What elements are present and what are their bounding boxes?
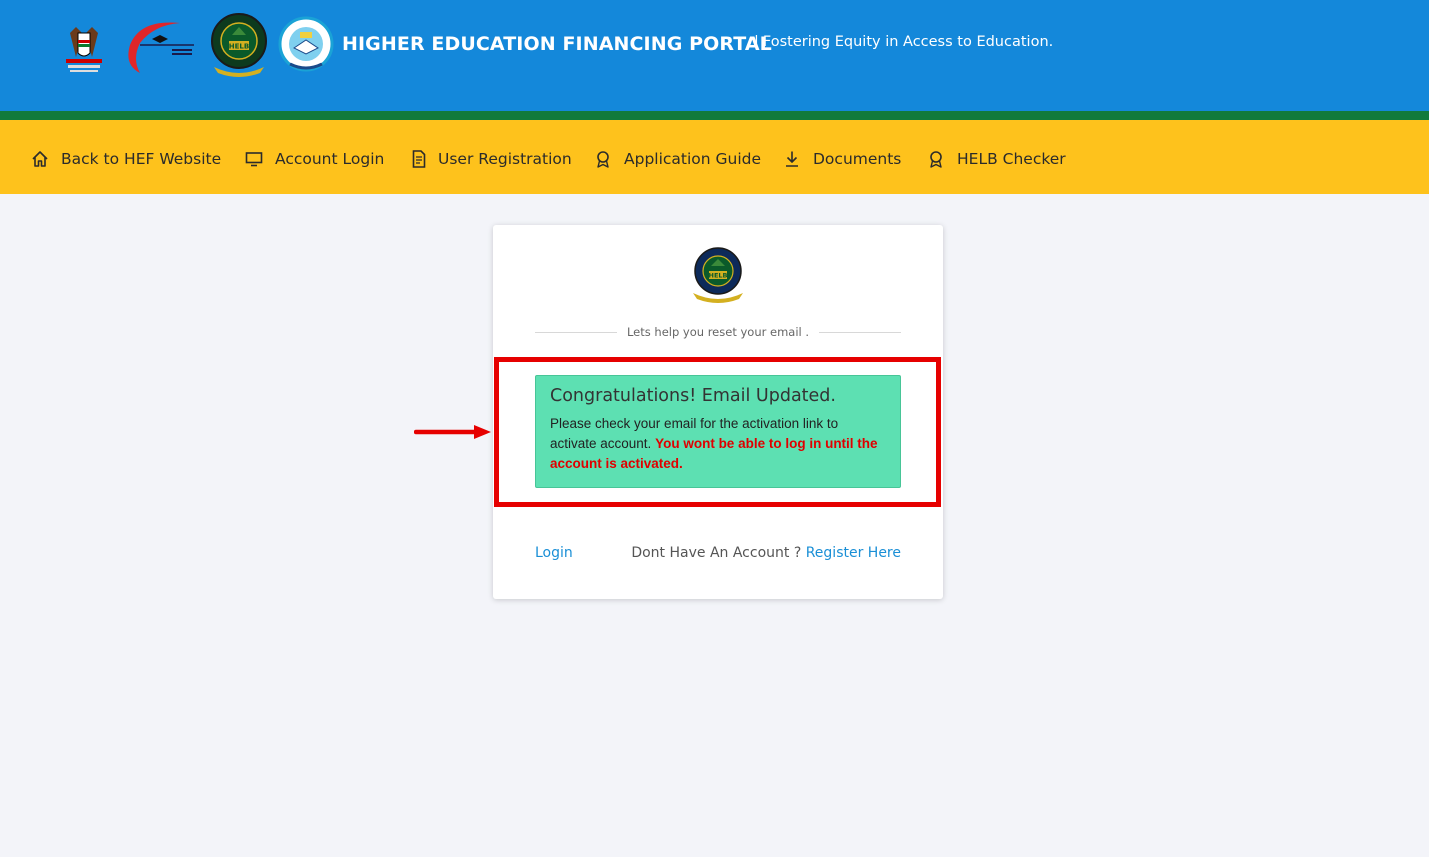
nav-account-login[interactable]: Account Login bbox=[245, 148, 384, 170]
nav-application-guide[interactable]: Application Guide bbox=[594, 148, 761, 170]
kenya-coat-of-arms-logo bbox=[56, 13, 112, 77]
pointer-arrow-annotation bbox=[413, 424, 494, 440]
nav-user-registration[interactable]: User Registration bbox=[412, 148, 572, 170]
home-icon bbox=[31, 150, 49, 168]
nav-item-label: HELB Checker bbox=[957, 150, 1066, 168]
helb-logo: HELB bbox=[689, 247, 747, 303]
nav-item-label: Application Guide bbox=[624, 150, 762, 168]
portal-tagline: | Fostering Equity in Access to Education… bbox=[754, 34, 1053, 50]
register-link[interactable]: Register Here bbox=[806, 545, 901, 561]
award-icon bbox=[594, 150, 612, 168]
ministry-of-education-logo bbox=[120, 15, 200, 75]
nav-item-label: User Registration bbox=[438, 150, 572, 168]
divider-line-right bbox=[819, 332, 901, 333]
portal-title: HIGHER EDUCATION FINANCING PORTAL bbox=[342, 33, 772, 55]
nav-helb-checker[interactable]: HELB Checker bbox=[927, 148, 1066, 170]
helb-logo: HELB bbox=[208, 13, 270, 77]
success-alert: Congratulations! Email Updated. Please c… bbox=[535, 375, 901, 488]
alert-title: Congratulations! Email Updated. bbox=[550, 386, 836, 406]
register-prompt-text: Dont Have An Account ? bbox=[631, 545, 802, 561]
svg-text:HELB: HELB bbox=[229, 43, 249, 51]
tagline-text: Fostering Equity in Access to Education. bbox=[762, 34, 1054, 50]
nav-item-label: Account Login bbox=[275, 150, 385, 168]
svg-text:HELB: HELB bbox=[709, 272, 728, 280]
tagline-separator: | bbox=[754, 34, 759, 50]
universities-fund-logo bbox=[278, 14, 334, 76]
header-logos: HELB bbox=[56, 12, 334, 78]
nav-documents[interactable]: Documents bbox=[783, 148, 901, 170]
monitor-icon bbox=[245, 150, 263, 168]
nav-item-label: Back to HEF Website bbox=[61, 150, 222, 168]
header-green-strip bbox=[0, 111, 1429, 120]
register-prompt: Dont Have An Account ? Register Here bbox=[631, 545, 901, 561]
award-icon bbox=[927, 150, 945, 168]
nav-back-to-hef-website[interactable]: Back to HEF Website bbox=[31, 148, 221, 170]
nav-item-label: Documents bbox=[813, 150, 902, 168]
document-icon bbox=[412, 150, 426, 168]
download-icon bbox=[783, 150, 801, 168]
login-link[interactable]: Login bbox=[535, 545, 573, 561]
alert-body: Please check your email for the activati… bbox=[550, 414, 886, 474]
